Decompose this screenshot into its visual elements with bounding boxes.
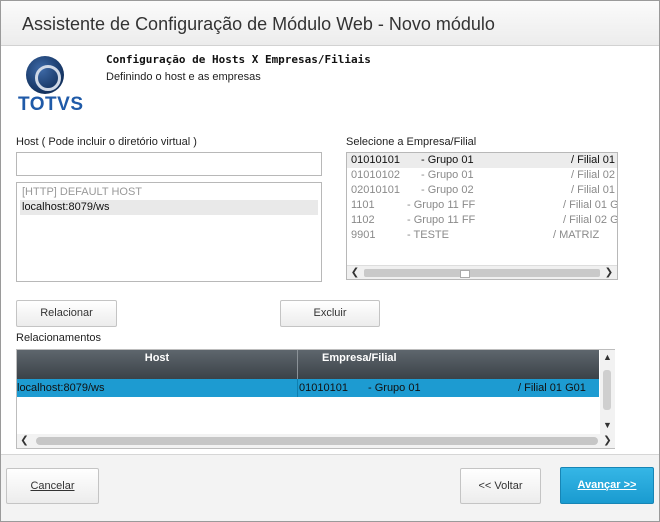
back-button[interactable]: << Voltar: [460, 468, 541, 504]
empresa-code: 1101: [351, 199, 375, 211]
empresa-code: 01010101: [351, 154, 400, 166]
relacionamentos-grid[interactable]: Host Empresa/Filial localhost:8079/ws 01…: [16, 349, 615, 449]
empresa-list-item[interactable]: 02010101 - Grupo 02 / Filial 01 G: [347, 183, 617, 198]
cell-empresa-group: - Grupo 01: [368, 382, 421, 394]
cell-host: localhost:8079/ws: [17, 382, 105, 394]
empresa-group: - Grupo 11 FF: [407, 199, 476, 211]
empresa-label: Selecione a Empresa/Filial: [346, 136, 477, 148]
empresa-code: 02010101: [351, 184, 400, 196]
empresa-filial: / Filial 01 G: [571, 184, 617, 196]
host-list[interactable]: [HTTP] DEFAULT HOST localhost:8079/ws: [16, 182, 322, 282]
empresa-list-item[interactable]: 1101 - Grupo 11 FF / Filial 01 G: [347, 198, 617, 213]
totvs-logo-text: TOTVS: [18, 94, 84, 115]
chevron-down-icon[interactable]: ▼: [600, 418, 615, 432]
wizard-window: Assistente de Configuração de Módulo Web…: [0, 0, 660, 522]
column-header-empresa[interactable]: Empresa/Filial: [297, 350, 599, 379]
step-subtitle: Definindo o host e as empresas: [106, 71, 261, 83]
empresa-group: - Grupo 01: [421, 169, 474, 181]
empresa-code: 9901: [351, 229, 376, 241]
scrollbar-thumb[interactable]: [36, 437, 598, 445]
empresa-filial: / Filial 01 G: [563, 199, 618, 211]
empresa-list-item[interactable]: 01010101 - Grupo 01 / Filial 01 G: [347, 153, 617, 168]
chevron-right-icon[interactable]: ❯: [601, 266, 617, 279]
totvs-logo-icon: [26, 56, 64, 94]
empresa-code: 1102: [351, 214, 375, 226]
cell-empresa-filial: / Filial 01 G01: [518, 382, 586, 394]
step-title: Configuração de Hosts X Empresas/Filiais: [106, 53, 371, 66]
empresa-list[interactable]: 01010101 - Grupo 01 / Filial 01 G 010101…: [346, 152, 618, 280]
empresa-list-item[interactable]: 9901 - TESTE / MATRIZ: [347, 228, 617, 243]
empresa-filial: / Filial 02 G: [571, 169, 617, 181]
table-row[interactable]: localhost:8079/ws 01010101 - Grupo 01 / …: [17, 379, 599, 397]
next-button-label: Avançar >>: [577, 479, 637, 491]
empresa-filial: / Filial 01 G: [571, 154, 617, 166]
grid-horizontal-scrollbar[interactable]: ❮ ❯: [17, 434, 615, 448]
scrollbar-thumb[interactable]: [603, 370, 611, 410]
chevron-left-icon[interactable]: ❮: [347, 266, 363, 279]
empresa-list-item[interactable]: 1102 - Grupo 11 FF / Filial 02 G: [347, 213, 617, 228]
empresa-group: - Grupo 02: [421, 184, 474, 196]
relacionamentos-label: Relacionamentos: [16, 332, 101, 344]
excluir-button[interactable]: Excluir: [280, 300, 380, 327]
empresa-group: - TESTE: [407, 229, 449, 241]
relacionar-button[interactable]: Relacionar: [16, 300, 117, 327]
host-label: Host ( Pode incluir o diretório virtual …: [16, 136, 197, 148]
chevron-up-icon[interactable]: ▲: [600, 350, 615, 364]
column-header-host[interactable]: Host: [17, 350, 297, 379]
empresa-list-item[interactable]: 01010102 - Grupo 01 / Filial 02 G: [347, 168, 617, 183]
cancel-button-label: Cancelar: [30, 480, 75, 492]
host-list-item[interactable]: localhost:8079/ws: [20, 200, 318, 215]
empresa-horizontal-scrollbar[interactable]: ❮ ❯: [347, 265, 617, 279]
cell-empresa-code: 01010101: [299, 382, 348, 394]
empresa-filial: / Filial 02 G: [563, 214, 618, 226]
chevron-left-icon[interactable]: ❮: [17, 434, 32, 448]
grid-header: Host Empresa/Filial: [17, 350, 599, 379]
cancel-button[interactable]: Cancelar: [6, 468, 99, 504]
host-list-item[interactable]: [HTTP] DEFAULT HOST: [20, 185, 318, 200]
chevron-right-icon[interactable]: ❯: [600, 434, 615, 448]
cell-empresa: 01010101 - Grupo 01 / Filial 01 G01: [297, 379, 599, 397]
grid-vertical-scrollbar[interactable]: ▲ ▼: [600, 350, 615, 434]
totvs-logo: TOTVS: [18, 56, 83, 116]
empresa-filial: / MATRIZ: [553, 229, 600, 241]
empresa-group: - Grupo 01: [421, 154, 474, 166]
window-title: Assistente de Configuração de Módulo Web…: [22, 14, 495, 34]
title-bar: Assistente de Configuração de Módulo Web…: [1, 1, 659, 46]
footer-bar: Cancelar << Voltar Avançar >>: [1, 454, 659, 521]
host-input[interactable]: [16, 152, 322, 176]
scrollbar-track[interactable]: [364, 269, 600, 278]
empresa-code: 01010102: [351, 169, 400, 181]
next-button[interactable]: Avançar >>: [560, 467, 654, 504]
scrollbar-thumb[interactable]: [460, 270, 470, 278]
empresa-group: - Grupo 11 FF: [407, 214, 476, 226]
